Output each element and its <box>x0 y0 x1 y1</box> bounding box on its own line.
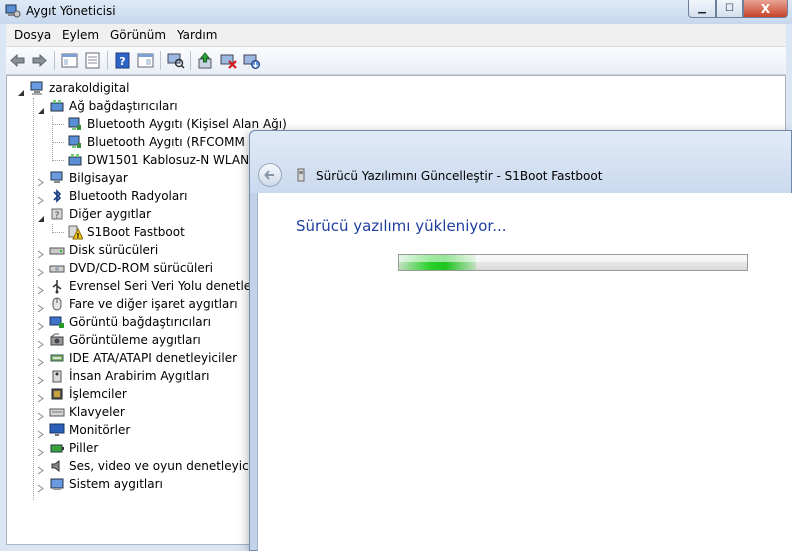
network-adapter-icon <box>49 98 65 114</box>
tree-item-label: DVD/CD-ROM sürücüleri <box>69 261 214 275</box>
wizard-back-button[interactable] <box>258 163 282 187</box>
svg-text:?: ? <box>55 211 60 221</box>
collapse-arrow-icon[interactable] <box>16 84 25 96</box>
toolbar: ? <box>6 47 786 75</box>
tree-item-label: Diğer aygıtlar <box>69 207 152 221</box>
processor-icon <box>49 386 65 402</box>
svg-text:?: ? <box>119 55 125 68</box>
back-arrow-icon <box>264 170 274 180</box>
uninstall-device-icon[interactable] <box>242 51 261 70</box>
expand-arrow-icon[interactable] <box>36 354 45 367</box>
tree-item-label: Görüntü bağdaştırıcıları <box>69 315 211 329</box>
warning-device-icon: ! <box>67 224 83 240</box>
tree-item-label: Piller <box>69 441 99 455</box>
network-adapter-icon <box>67 152 83 168</box>
expand-arrow-icon[interactable] <box>36 264 45 277</box>
usb-drive-icon <box>294 168 308 182</box>
svg-text:!: ! <box>76 232 79 240</box>
computer-icon <box>29 80 45 96</box>
tree-root-label: zarakoldigital <box>49 81 130 95</box>
mouse-icon <box>49 296 65 312</box>
tree-item-label: Klavyeler <box>69 405 125 419</box>
maximize-icon: ☐ <box>725 3 734 14</box>
expand-arrow-icon[interactable] <box>36 336 45 349</box>
system-devices-icon <box>49 476 65 492</box>
show-tree-icon[interactable] <box>60 51 79 70</box>
ide-controller-icon <box>49 350 65 366</box>
usb-controller-icon <box>49 278 65 294</box>
expand-arrow-icon[interactable] <box>36 192 45 205</box>
expand-arrow-icon[interactable] <box>36 246 45 259</box>
tree-item-label: IDE ATA/ATAPI denetleyiciler <box>69 351 238 365</box>
minimize-icon: ▁ <box>698 3 706 14</box>
tree-item-label: Ses, video ve oyun denetleyicileri <box>69 459 272 473</box>
title-bar[interactable]: Aygıt Yöneticisi ▁ ☐ X <box>0 0 792 24</box>
show-hide-icon[interactable] <box>136 51 155 70</box>
collapse-arrow-icon[interactable] <box>36 210 45 222</box>
close-button[interactable]: X <box>743 0 788 18</box>
forward-icon[interactable] <box>30 51 49 70</box>
battery-icon <box>49 440 65 456</box>
dvd-drive-icon <box>49 260 65 276</box>
tree-item-label: Görüntüleme aygıtları <box>69 333 201 347</box>
tree-item-label: Disk sürücüleri <box>69 243 159 257</box>
bluetooth-icon <box>49 188 65 204</box>
monitor-icon <box>49 422 65 438</box>
close-icon: X <box>760 1 771 16</box>
update-driver-wizard: Sürücü Yazılımını Güncelleştir - S1Boot … <box>249 130 792 551</box>
window-title: Aygıt Yöneticisi <box>26 4 116 18</box>
scan-hardware-icon[interactable] <box>166 51 185 70</box>
device-manager-app-icon <box>5 4 21 18</box>
expand-arrow-icon[interactable] <box>36 480 45 493</box>
tree-item-label: İşlemciler <box>69 387 127 401</box>
wizard-header: Sürücü Yazılımını Güncelleştir - S1Boot … <box>250 131 791 193</box>
tree-item-label: Bilgisayar <box>69 171 128 185</box>
tree-item-label: Ağ bağdaştırıcıları <box>69 99 178 113</box>
bluetooth-device-icon <box>67 134 83 150</box>
expand-arrow-icon[interactable] <box>36 444 45 457</box>
minimize-button[interactable]: ▁ <box>688 0 716 18</box>
collapse-arrow-icon[interactable] <box>36 102 45 114</box>
wizard-body: Sürücü yazılımı yükleniyor... <box>257 193 792 551</box>
tree-item-label: Monitörler <box>69 423 131 437</box>
expand-arrow-icon[interactable] <box>36 408 45 421</box>
tree-item-label: İnsan Arabirim Aygıtları <box>69 369 210 383</box>
update-driver-icon[interactable] <box>196 51 215 70</box>
disk-drive-icon <box>49 242 65 258</box>
menu-file[interactable]: Dosya <box>14 28 51 42</box>
properties-icon[interactable] <box>83 51 102 70</box>
tree-item-label: Fare ve diğer işaret aygıtları <box>69 297 238 311</box>
other-devices-icon: ? <box>49 206 65 222</box>
expand-arrow-icon[interactable] <box>36 426 45 439</box>
disable-device-icon[interactable] <box>219 51 238 70</box>
wizard-heading: Sürücü yazılımı yükleniyor... <box>296 217 507 235</box>
expand-arrow-icon[interactable] <box>36 462 45 475</box>
hid-icon <box>49 368 65 384</box>
menu-help[interactable]: Yardım <box>177 28 217 42</box>
menu-action[interactable]: Eylem <box>62 28 99 42</box>
install-progress-bar <box>398 254 748 271</box>
device-manager-window: Aygıt Yöneticisi ▁ ☐ X Dosya Eylem Görün… <box>0 0 792 551</box>
expand-arrow-icon[interactable] <box>36 390 45 403</box>
back-icon[interactable] <box>8 51 27 70</box>
expand-arrow-icon[interactable] <box>36 282 45 295</box>
expand-arrow-icon[interactable] <box>36 318 45 331</box>
help-icon[interactable]: ? <box>113 51 132 70</box>
display-adapter-icon <box>49 314 65 330</box>
menu-view[interactable]: Görünüm <box>110 28 166 42</box>
tree-item-label: Sistem aygıtları <box>69 477 163 491</box>
expand-arrow-icon[interactable] <box>36 174 45 187</box>
maximize-button[interactable]: ☐ <box>716 0 743 18</box>
expand-arrow-icon[interactable] <box>36 372 45 385</box>
tree-item-label: S1Boot Fastboot <box>87 225 185 239</box>
keyboard-icon <box>49 404 65 420</box>
expand-arrow-icon[interactable] <box>36 300 45 313</box>
menu-bar: Dosya Eylem Görünüm Yardım <box>6 24 786 47</box>
imaging-device-icon <box>49 332 65 348</box>
tree-item-label: Bluetooth Radyoları <box>69 189 188 203</box>
computer-icon <box>49 170 65 186</box>
bluetooth-device-icon <box>67 116 83 132</box>
wizard-title: Sürücü Yazılımını Güncelleştir - S1Boot … <box>316 169 603 183</box>
sound-icon <box>49 458 65 474</box>
